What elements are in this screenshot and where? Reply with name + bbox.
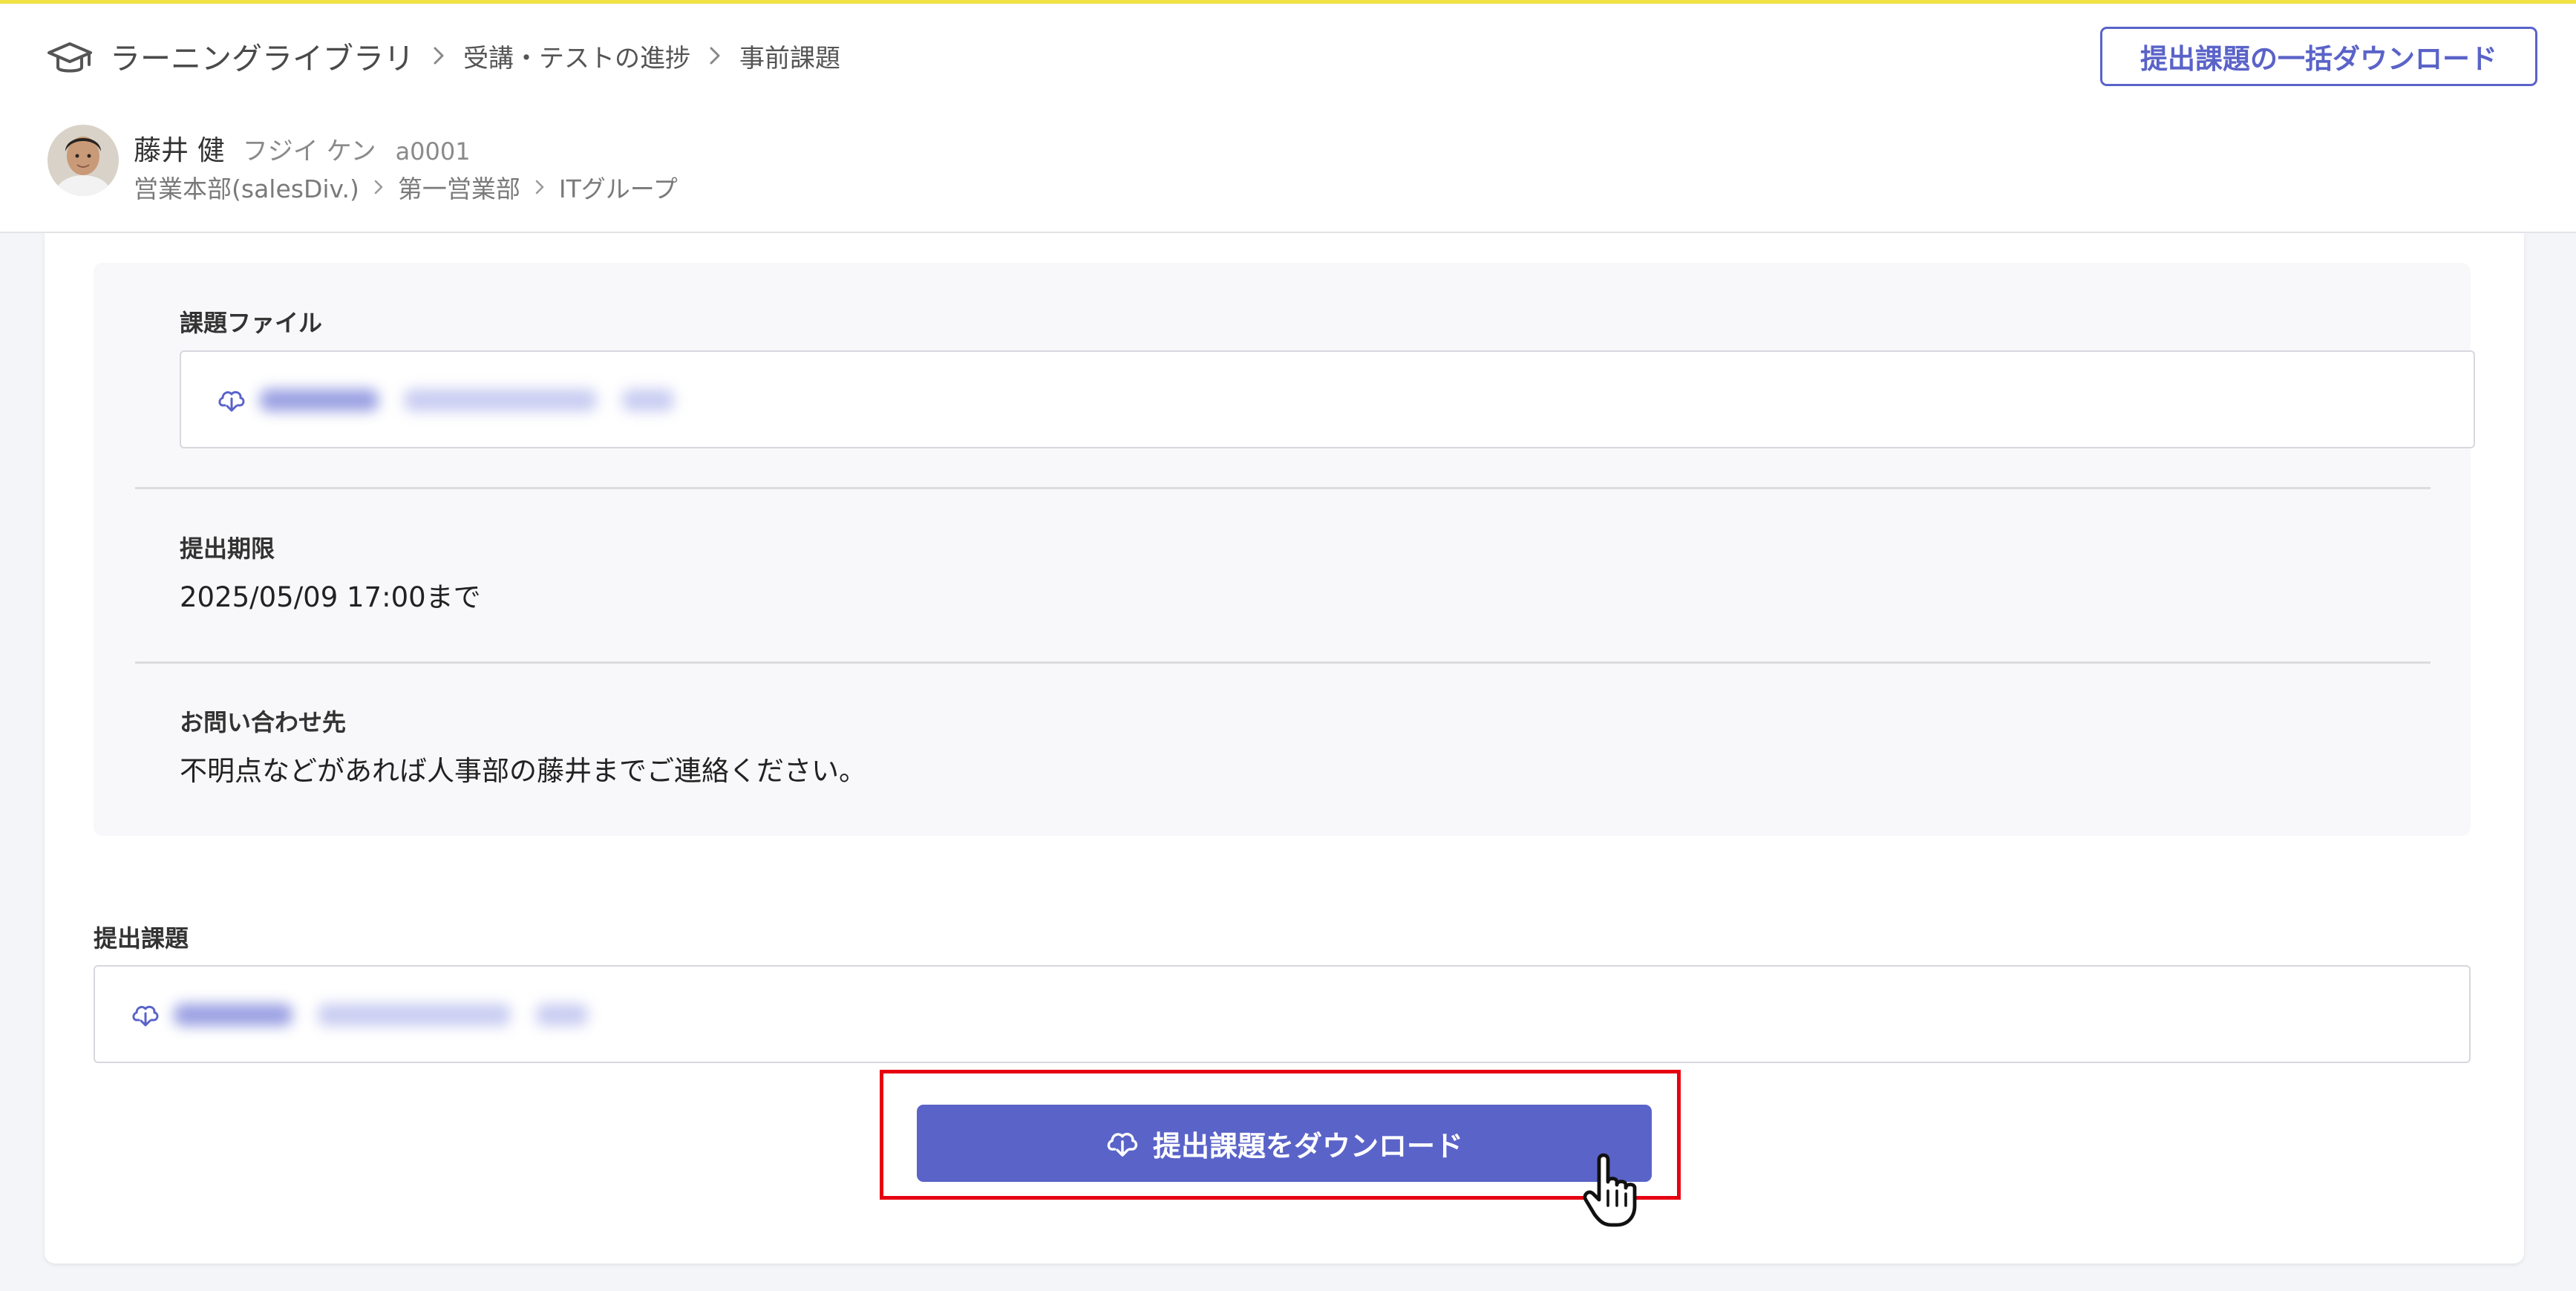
graduation-cap-icon xyxy=(48,42,92,73)
contact-value: 不明点などがあれば人事部の藤井までご連絡ください。 xyxy=(180,755,866,787)
chevron-right-icon xyxy=(434,47,444,65)
assignment-file-label: 課題ファイル xyxy=(180,309,323,337)
submission-label: 提出課題 xyxy=(94,924,189,952)
org-department: 第一営業部 xyxy=(397,174,520,203)
breadcrumb-current-page: 事前課題 xyxy=(739,43,840,73)
section-divider xyxy=(135,661,2430,664)
user-id: a0001 xyxy=(395,137,471,166)
chevron-right-icon xyxy=(374,180,383,195)
avatar-image xyxy=(48,125,119,196)
chevron-right-icon xyxy=(710,47,720,65)
redacted-file-name xyxy=(260,383,699,417)
redacted-file-name xyxy=(174,998,613,1032)
top-header: ラーニングライブラリ 受講・テストの進捗 事前課題 提出課題の一括ダウンロード xyxy=(0,0,2576,102)
user-name-kana: フジイ ケン xyxy=(242,137,376,166)
cloud-download-icon xyxy=(218,390,245,412)
hand-pointer-icon xyxy=(1583,1153,1637,1227)
user-name: 藤井 健 xyxy=(134,134,225,166)
contact-label: お問い合わせ先 xyxy=(180,708,347,736)
user-identity: 藤井 健 フジイ ケン a0001 xyxy=(134,128,471,168)
download-submission-label: 提出課題をダウンロード xyxy=(1152,1129,1463,1163)
cloud-download-icon xyxy=(1107,1132,1138,1157)
chevron-right-icon xyxy=(535,180,544,195)
bulk-download-button[interactable]: 提出課題の一括ダウンロード xyxy=(2100,27,2537,86)
deadline-label: 提出期限 xyxy=(180,535,275,563)
section-divider xyxy=(135,487,2430,489)
breadcrumb-learning-library[interactable]: ラーニングライブラリ xyxy=(110,33,414,78)
submission-file-link[interactable] xyxy=(94,965,2471,1063)
assignment-file-link[interactable] xyxy=(180,350,2475,448)
deadline-value: 2025/05/09 17:00まで xyxy=(180,581,481,613)
org-breadcrumb: 営業本部(salesDiv.) 第一営業部 ITグループ xyxy=(134,169,678,205)
assignment-info-panel: 課題ファイル 提出期限 2025/05/09 17:00まで お問い合わせ先 不… xyxy=(94,263,2475,836)
assignment-card: 課題ファイル 提出期限 2025/05/09 17:00まで お問い合わせ先 不… xyxy=(45,233,2524,1264)
avatar xyxy=(48,125,119,196)
org-group: ITグループ xyxy=(558,174,678,203)
user-info-bar: 藤井 健 フジイ ケン a0001 営業本部(salesDiv.) 第一営業部 … xyxy=(0,102,2576,233)
download-submission-button[interactable]: 提出課題をダウンロード xyxy=(917,1105,1652,1182)
breadcrumb: ラーニングライブラリ 受講・テストの進捗 事前課題 xyxy=(110,32,840,79)
org-division: 営業本部(salesDiv.) xyxy=(134,174,359,203)
cloud-download-icon xyxy=(132,1005,159,1027)
breadcrumb-progress[interactable]: 受講・テストの進捗 xyxy=(463,38,690,74)
